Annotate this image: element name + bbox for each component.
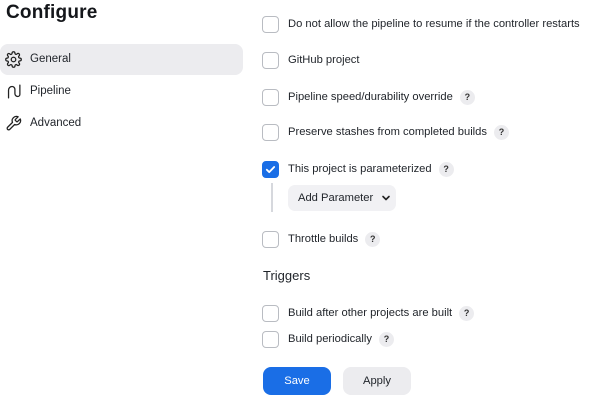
trigger-build-periodically[interactable]: Build periodically ?	[262, 330, 394, 348]
wrench-icon	[6, 115, 22, 131]
triggers-heading: Triggers	[263, 268, 311, 283]
add-parameter-button[interactable]: Add Parameter	[288, 185, 396, 211]
option-label: Pipeline speed/durability override	[288, 91, 453, 103]
build-periodically-checkbox[interactable]	[262, 330, 279, 348]
add-parameter-label: Add Parameter	[298, 192, 374, 204]
sidebar-item-advanced[interactable]: Advanced	[0, 108, 243, 139]
option-durability-override[interactable]: Pipeline speed/durability override ?	[262, 88, 475, 106]
option-throttle-builds[interactable]: Throttle builds ?	[262, 230, 381, 248]
sidebar-item-label: Advanced	[30, 117, 82, 129]
sidebar: General Pipeline Advanced	[0, 44, 243, 140]
sidebar-item-label: Pipeline	[30, 85, 71, 97]
checkmark-icon	[265, 165, 276, 173]
preserve-stashes-checkbox[interactable]	[262, 123, 279, 141]
option-label: Throttle builds	[288, 233, 359, 245]
sidebar-item-pipeline[interactable]: Pipeline	[0, 76, 243, 107]
github-project-checkbox[interactable]	[262, 51, 279, 69]
help-icon[interactable]: ?	[365, 231, 381, 247]
pipeline-icon	[7, 84, 21, 99]
sidebar-item-label: General	[30, 53, 71, 65]
save-button[interactable]: Save	[263, 367, 331, 395]
option-preserve-stashes[interactable]: Preserve stashes from completed builds ?	[262, 123, 509, 141]
option-github-project[interactable]: GitHub project	[262, 51, 360, 69]
gear-icon	[5, 51, 22, 68]
parameterized-checkbox[interactable]	[262, 160, 279, 178]
apply-button[interactable]: Apply	[343, 367, 411, 395]
help-icon[interactable]: ?	[459, 89, 475, 105]
option-label: GitHub project	[288, 54, 360, 66]
durability-override-checkbox[interactable]	[262, 88, 279, 106]
chevron-down-icon	[382, 195, 391, 201]
option-label: Build periodically	[288, 333, 372, 345]
help-icon[interactable]: ?	[459, 305, 475, 321]
page-title: Configure	[6, 2, 98, 23]
help-icon[interactable]: ?	[493, 124, 509, 140]
help-icon[interactable]: ?	[378, 331, 394, 347]
option-parameterized[interactable]: This project is parameterized ?	[262, 160, 454, 178]
option-label: This project is parameterized	[288, 163, 432, 175]
sidebar-item-general[interactable]: General	[0, 44, 243, 75]
option-label: Build after other projects are built	[288, 307, 453, 319]
help-icon[interactable]: ?	[438, 161, 454, 177]
build-after-other-checkbox[interactable]	[262, 304, 279, 322]
option-label: Do not allow the pipeline to resume if t…	[288, 18, 580, 30]
no-resume-checkbox[interactable]	[262, 15, 279, 33]
option-label: Preserve stashes from completed builds	[288, 126, 487, 138]
nested-indent-line	[271, 183, 273, 212]
trigger-build-after-other[interactable]: Build after other projects are built ?	[262, 304, 475, 322]
throttle-builds-checkbox[interactable]	[262, 230, 279, 248]
option-no-resume[interactable]: Do not allow the pipeline to resume if t…	[262, 15, 580, 33]
